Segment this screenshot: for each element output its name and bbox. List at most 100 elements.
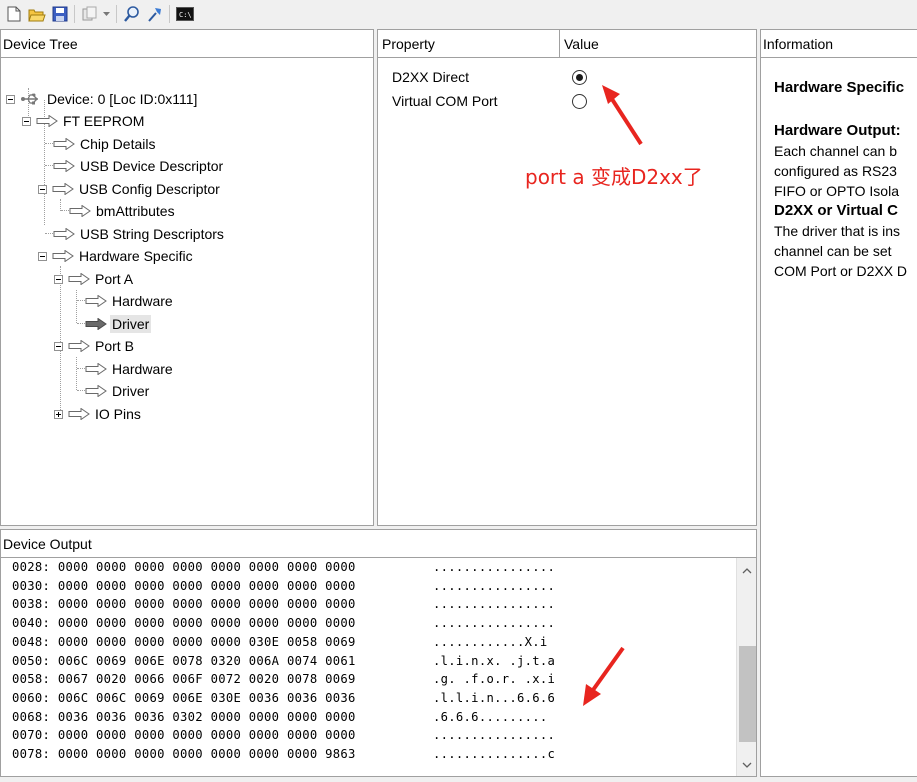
annotation-arrow-icon [583,646,625,706]
scroll-down-icon[interactable] [737,756,756,773]
output-ascii-line: .l.i.n.x. .j.t.a [433,653,556,668]
program-icon[interactable] [143,3,166,25]
arrow-icon [36,115,58,127]
arrow-icon [52,250,74,262]
info-text-line: The driver that is ins [774,223,901,239]
annotation-arrow-icon [602,85,643,146]
output-hex-line: 0050: 006C 0069 006E 0078 0320 006A 0074… [12,653,356,668]
tree-node-ft-eeprom[interactable]: FT EEPROM [22,111,146,131]
output-ascii-line: .g. .f.o.r. .x.i [433,672,556,687]
tree-label: Chip Details [80,136,156,152]
scroll-thumb[interactable] [739,646,756,742]
open-folder-icon[interactable] [25,3,48,25]
svg-text:C:\: C:\ [179,11,192,19]
tree-node-port-b-driver[interactable]: Driver [85,381,151,401]
tree-node-port-a-driver[interactable]: Driver [85,314,152,334]
console-icon[interactable]: C:\ [173,3,196,25]
output-ascii-line: ............X.i [433,634,548,649]
property-name-virtual-com-port: Virtual COM Port [392,93,498,109]
output-hex-line: 0040: 0000 0000 0000 0000 0000 0000 0000… [12,616,356,631]
output-ascii-line: ...............c [433,747,556,761]
info-output-heading: Hardware Output: [774,122,901,139]
tree-label: bmAttributes [96,203,175,219]
output-hex-line: 0030: 0000 0000 0000 0000 0000 0000 0000… [12,578,356,593]
tree-label: IO Pins [95,406,141,422]
info-d2xx-heading: D2XX or Virtual C [774,202,898,219]
tree-node-port-b[interactable]: Port B [54,336,136,356]
tree-label: USB String Descriptors [80,226,224,242]
tree-label-selected: Driver [110,315,152,333]
search-icon[interactable] [120,3,143,25]
collapse-icon[interactable] [54,341,63,351]
property-panel: Property Value D2XX Direct Virtual COM P… [377,29,757,526]
arrow-icon [85,363,107,375]
arrow-icon [85,295,107,307]
output-hex-line: 0058: 0067 0020 0066 006F 0072 0020 0078… [12,672,356,687]
tree-node-bmattributes[interactable]: bmAttributes [69,201,177,221]
collapse-icon[interactable] [6,94,15,104]
tree-node-usb-config-descriptor[interactable]: USB Config Descriptor [38,179,222,199]
tree-label: Hardware [112,361,173,377]
property-name-d2xx-direct: D2XX Direct [392,69,470,85]
tree-node-usb-device-descriptor[interactable]: USB Device Descriptor [53,156,225,176]
tree-node-usb-string-descriptors[interactable]: USB String Descriptors [53,224,226,244]
arrow-icon [52,183,74,195]
property-headers: Property Value [378,30,756,58]
tree-label: Hardware [112,293,173,309]
arrow-icon [68,273,90,285]
copy-icon[interactable] [78,3,101,25]
device-tree-panel: Device Tree Device: 0 [Loc ID:0x111] FT … [0,29,374,526]
vertical-scrollbar[interactable] [736,558,756,776]
toolbar-separator [74,5,75,23]
tree-label: Port A [95,271,134,287]
column-header-property[interactable]: Property [378,30,560,57]
usb-icon [21,93,38,105]
output-ascii-line: ................ [433,728,556,743]
toolbar-separator [116,5,117,23]
output-hex-line: 0060: 006C 006C 0069 006E 030E 0036 0036… [12,690,356,705]
device-output-panel: Device Output 0028: 0000 0000 0000 0000 … [0,529,757,777]
save-icon[interactable] [48,3,71,25]
scroll-up-icon[interactable] [737,562,756,579]
radio-virtual-com-port[interactable] [572,94,587,109]
dropdown-icon[interactable] [101,3,113,25]
tree-node-port-a[interactable]: Port A [54,269,135,289]
tree-label: Device: 0 [Loc ID:0x111] [47,91,198,107]
device-output-header: Device Output [1,530,756,558]
radio-d2xx-direct[interactable] [572,70,587,85]
tree-node-device[interactable]: Device: 0 [Loc ID:0x111] [6,89,199,109]
collapse-icon[interactable] [38,184,47,194]
new-icon[interactable] [2,3,25,25]
output-hex-line: 0048: 0000 0000 0000 0000 0000 030E 0058… [12,634,356,649]
arrow-icon [53,228,75,240]
tree-node-hardware-specific[interactable]: Hardware Specific [38,246,195,266]
info-text-line: COM Port or D2XX D [774,263,908,279]
tree-label: Port B [95,338,134,354]
arrow-icon [53,160,75,172]
collapse-icon[interactable] [22,116,31,126]
output-hex-line: 0078: 0000 0000 0000 0000 0000 0000 0000… [12,747,356,761]
output-ascii-line: .6.6.6......... [433,709,548,724]
arrow-icon [68,340,90,352]
arrow-icon [69,205,91,217]
column-header-value[interactable]: Value [560,30,599,57]
info-title: Hardware Specific [774,79,905,96]
tree-node-port-a-hardware[interactable]: Hardware [85,291,175,311]
information-header: Information [761,30,917,58]
tree-label: Driver [112,383,150,399]
tree-label: USB Config Descriptor [79,181,220,197]
tree-label: FT EEPROM [63,113,145,129]
output-ascii-line: ................ [433,578,556,593]
output-hex-line: 0070: 0000 0000 0000 0000 0000 0000 0000… [12,728,356,743]
information-body: Hardware Specific Hardware Output: Each … [761,58,917,281]
info-text-line: configured as RS23 [774,163,897,179]
toolbar-separator [169,5,170,23]
collapse-icon[interactable] [38,251,47,261]
tree-node-chip-details[interactable]: Chip Details [53,134,157,154]
tree-node-io-pins[interactable]: IO Pins [54,404,143,424]
output-ascii-line: .l.l.i.n...6.6.6 [433,690,556,705]
expand-icon[interactable] [54,409,63,419]
arrow-icon [68,408,90,420]
collapse-icon[interactable] [54,274,63,284]
tree-node-port-b-hardware[interactable]: Hardware [85,359,175,379]
